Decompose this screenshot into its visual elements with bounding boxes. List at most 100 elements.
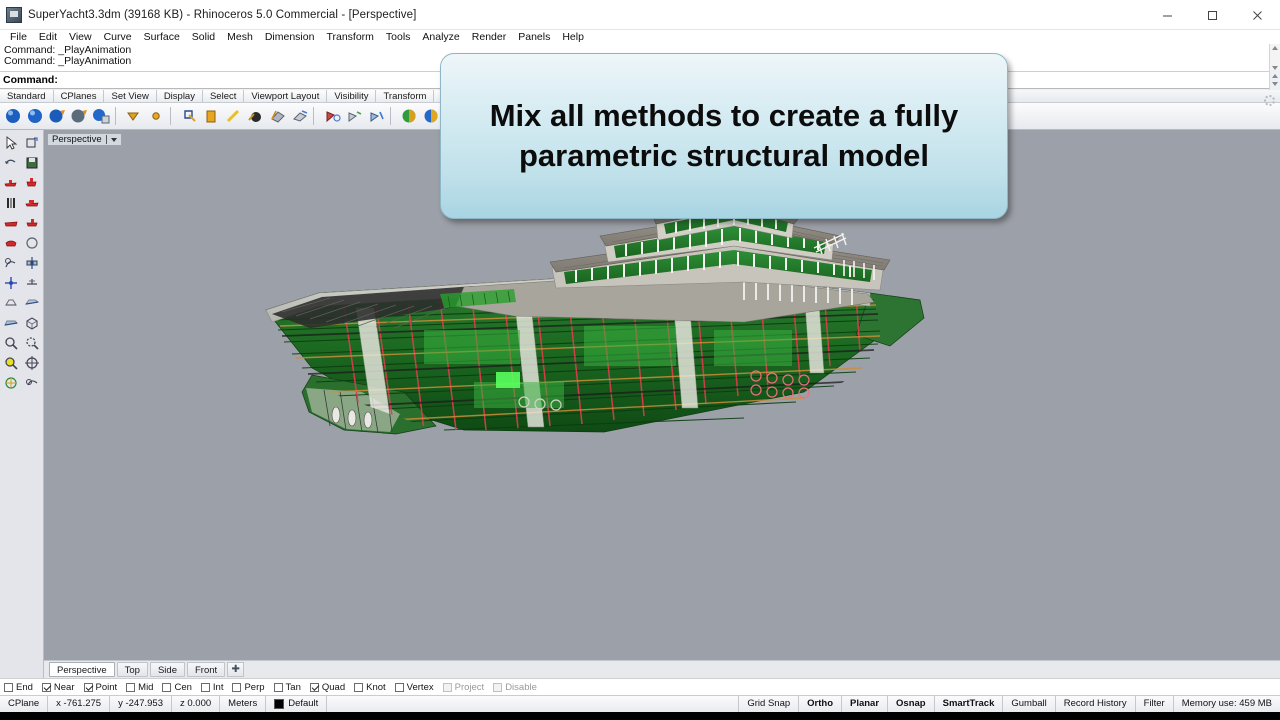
osnap-checkbox-cen[interactable] bbox=[162, 682, 172, 692]
menu-item-curve[interactable]: Curve bbox=[98, 30, 138, 44]
osnap-checkbox-mid[interactable] bbox=[126, 682, 136, 692]
polysurface-icon[interactable] bbox=[267, 105, 287, 127]
undo-view-icon[interactable] bbox=[0, 153, 21, 173]
deck-red-icon[interactable] bbox=[0, 213, 21, 233]
save-as-icon[interactable] bbox=[91, 105, 111, 127]
menu-item-panels[interactable]: Panels bbox=[512, 30, 556, 44]
toolbar-tab-display[interactable]: Display bbox=[156, 90, 203, 102]
osnap-checkbox-quad[interactable] bbox=[309, 682, 319, 692]
minimize-button[interactable] bbox=[1145, 0, 1190, 30]
osnap-perp[interactable]: Perp bbox=[232, 682, 265, 693]
osnap-vertex[interactable]: Vertex bbox=[394, 682, 434, 693]
status-toggle-record-history[interactable]: Record History bbox=[1056, 696, 1136, 712]
menu-item-help[interactable]: Help bbox=[556, 30, 590, 44]
toolbar-tab-viewport-layout[interactable]: Viewport Layout bbox=[244, 90, 328, 102]
menu-item-mesh[interactable]: Mesh bbox=[221, 30, 259, 44]
boat-front-red-icon[interactable] bbox=[21, 173, 42, 193]
status-current-layer[interactable]: Default bbox=[266, 696, 328, 712]
osnap-cen[interactable]: Cen bbox=[162, 682, 192, 693]
command-history-scrollbar[interactable] bbox=[1269, 44, 1280, 72]
osnap-checkbox-end[interactable] bbox=[4, 682, 13, 692]
box-icon[interactable] bbox=[21, 313, 42, 333]
menu-item-edit[interactable]: Edit bbox=[33, 30, 63, 44]
viewport-tab-side[interactable]: Side bbox=[149, 662, 185, 677]
close-button[interactable] bbox=[1235, 0, 1280, 30]
viewport-tab-perspective[interactable]: Perspective bbox=[49, 662, 115, 677]
menu-item-view[interactable]: View bbox=[63, 30, 98, 44]
plane-iso-icon[interactable] bbox=[0, 313, 21, 333]
open-model-icon[interactable] bbox=[25, 105, 45, 127]
osnap-tan[interactable]: Tan bbox=[273, 682, 301, 693]
menu-item-render[interactable]: Render bbox=[466, 30, 512, 44]
osnap-checkbox-project[interactable] bbox=[442, 682, 452, 692]
boat-side-red-icon[interactable] bbox=[0, 173, 21, 193]
offset-curve-icon[interactable] bbox=[0, 253, 21, 273]
plane-top-icon[interactable] bbox=[0, 273, 21, 293]
menu-item-transform[interactable]: Transform bbox=[320, 30, 379, 44]
save-model-icon[interactable] bbox=[47, 105, 67, 127]
undo-icon[interactable] bbox=[124, 105, 144, 127]
status-toggle-grid-snap[interactable]: Grid Snap bbox=[739, 696, 800, 712]
toolbar-options-gear-icon[interactable] bbox=[1264, 95, 1275, 106]
zoom-extents-icon[interactable] bbox=[21, 333, 42, 353]
osnap-checkbox-tan[interactable] bbox=[273, 682, 283, 692]
plane-side-icon[interactable] bbox=[0, 293, 21, 313]
osnap-quad[interactable]: Quad bbox=[309, 682, 345, 693]
mirror-icon[interactable] bbox=[366, 105, 386, 127]
menu-item-solid[interactable]: Solid bbox=[186, 30, 221, 44]
toolbar-tab-set-view[interactable]: Set View bbox=[104, 90, 157, 102]
prompt-scroll-down-arrow-icon[interactable] bbox=[1272, 82, 1278, 86]
status-toggle-gumball[interactable]: Gumball bbox=[1003, 696, 1056, 712]
scroll-up-arrow-icon[interactable] bbox=[1272, 46, 1278, 50]
status-toggle-planar[interactable]: Planar bbox=[842, 696, 889, 712]
menu-item-analyze[interactable]: Analyze bbox=[416, 30, 465, 44]
rendered-view-icon[interactable] bbox=[421, 105, 441, 127]
frames-icon[interactable] bbox=[0, 193, 21, 213]
viewport-tab-front[interactable]: Front bbox=[186, 662, 226, 677]
add-viewport-tab-icon[interactable]: ✚ bbox=[227, 662, 245, 677]
osnap-point[interactable]: Point bbox=[83, 682, 117, 693]
zoom-target-icon[interactable] bbox=[21, 353, 42, 373]
zoom-window-icon[interactable] bbox=[0, 333, 21, 353]
osnap-int[interactable]: Int bbox=[200, 682, 223, 693]
osnap-near[interactable]: Near bbox=[41, 682, 75, 693]
zoom-selected-icon[interactable] bbox=[0, 353, 21, 373]
rotate-view-icon[interactable] bbox=[21, 373, 42, 393]
hull-red-icon[interactable] bbox=[21, 193, 42, 213]
osnap-checkbox-near[interactable] bbox=[41, 682, 51, 692]
toolbar-tab-select[interactable]: Select bbox=[202, 90, 245, 102]
status-toggle-smarttrack[interactable]: SmartTrack bbox=[935, 696, 1004, 712]
toolbar-tab-transform[interactable]: Transform bbox=[376, 90, 435, 102]
osnap-mid[interactable]: Mid bbox=[126, 682, 153, 693]
section-red-icon[interactable] bbox=[21, 213, 42, 233]
status-cplane[interactable]: CPlane bbox=[0, 696, 49, 712]
osnap-checkbox-int[interactable] bbox=[200, 682, 210, 692]
osnap-checkbox-knot[interactable] bbox=[354, 682, 364, 692]
osnap-disable[interactable]: Disable bbox=[493, 682, 537, 693]
save-icon[interactable] bbox=[21, 153, 42, 173]
osnap-project[interactable]: Project bbox=[442, 682, 484, 693]
extrude-icon[interactable] bbox=[289, 105, 309, 127]
plane-front-icon[interactable] bbox=[21, 273, 42, 293]
osnap-end[interactable]: End bbox=[4, 682, 33, 693]
status-toggle-osnap[interactable]: Osnap bbox=[888, 696, 935, 712]
new-model-icon[interactable] bbox=[3, 105, 23, 127]
rotate-icon[interactable] bbox=[322, 105, 342, 127]
toolbar-tab-cplanes[interactable]: CPlanes bbox=[53, 90, 105, 102]
plane-persp-icon[interactable] bbox=[21, 293, 42, 313]
select-arrow-icon[interactable] bbox=[0, 133, 21, 153]
shaded-view-icon[interactable] bbox=[399, 105, 419, 127]
menu-item-dimension[interactable]: Dimension bbox=[259, 30, 321, 44]
osnap-checkbox-point[interactable] bbox=[83, 682, 93, 692]
scale-icon[interactable] bbox=[344, 105, 364, 127]
toolbar-tab-standard[interactable]: Standard bbox=[0, 90, 54, 102]
status-toggle-ortho[interactable]: Ortho bbox=[799, 696, 842, 712]
redo-icon[interactable] bbox=[146, 105, 166, 127]
toolbar-tab-visibility[interactable]: Visibility bbox=[327, 90, 377, 102]
bulkhead-red-icon[interactable] bbox=[0, 233, 21, 253]
viewport-tab-top[interactable]: Top bbox=[116, 662, 148, 677]
select-window-icon[interactable] bbox=[21, 133, 42, 153]
zoom-dynamic-icon[interactable] bbox=[0, 373, 21, 393]
array-icon[interactable] bbox=[21, 253, 42, 273]
menu-item-surface[interactable]: Surface bbox=[138, 30, 186, 44]
